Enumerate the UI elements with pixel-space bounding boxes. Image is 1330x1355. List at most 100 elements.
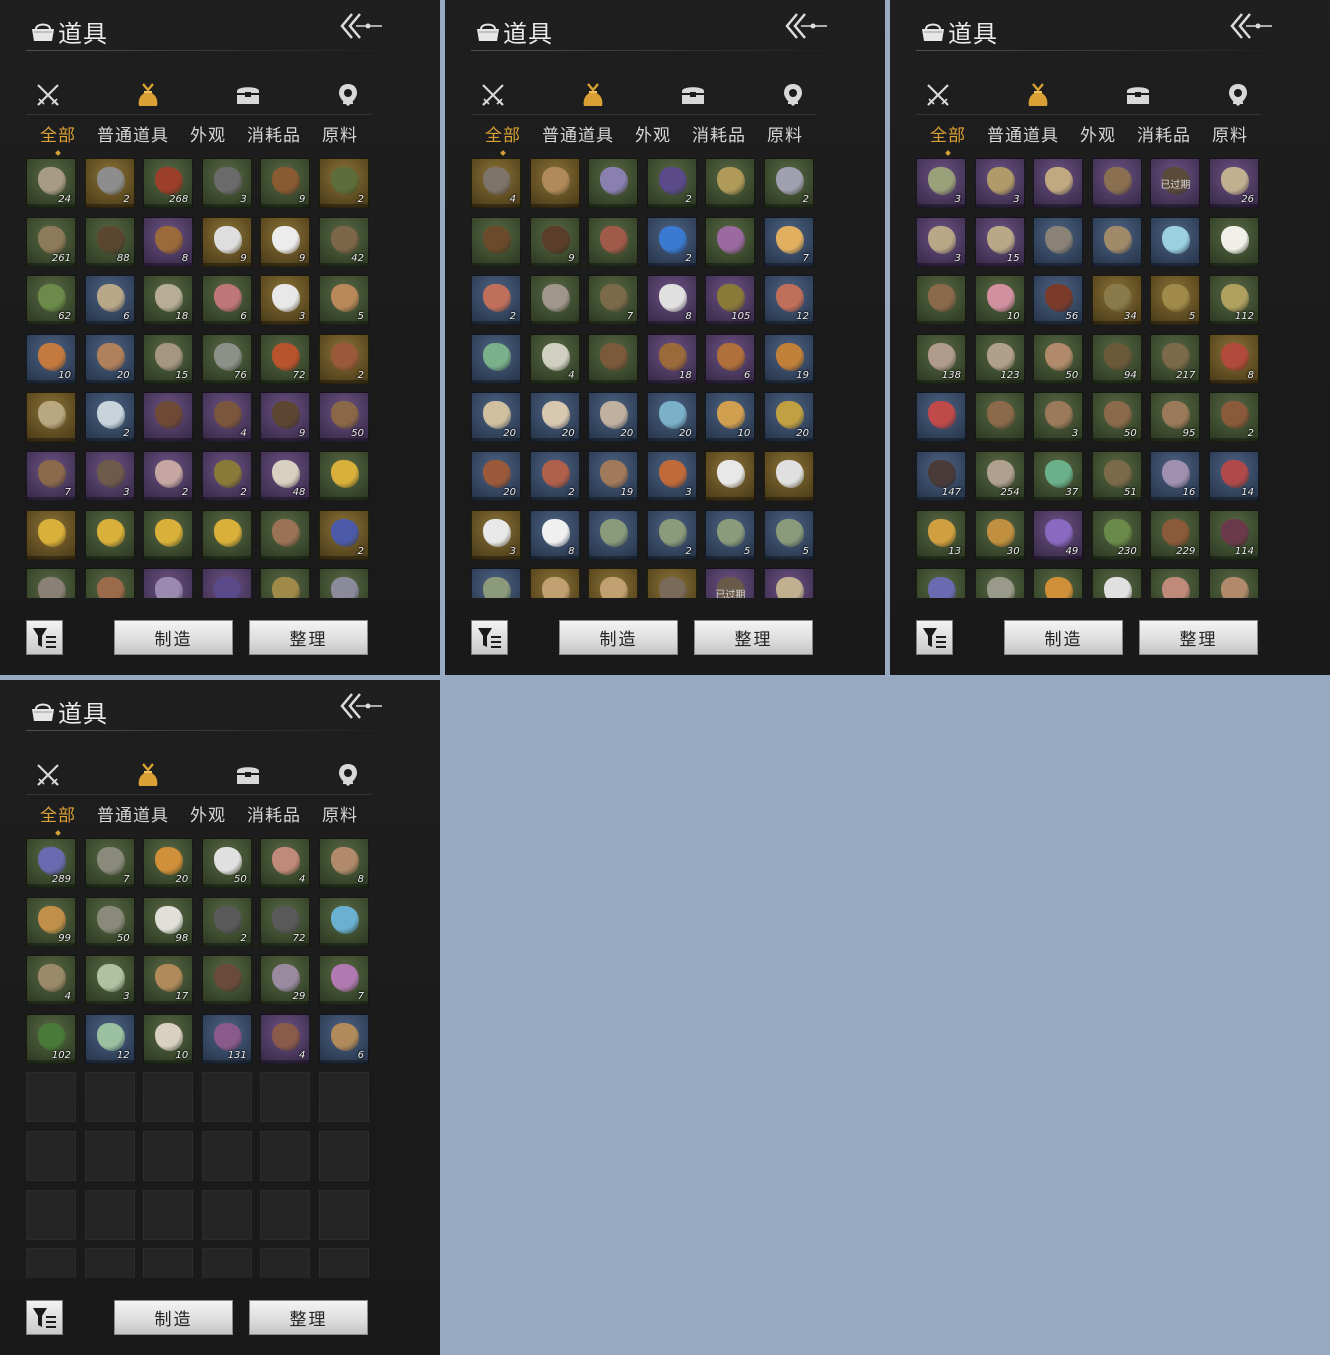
item-slot[interactable]: 217 xyxy=(1150,333,1201,384)
back-button[interactable] xyxy=(338,10,384,42)
item-slot[interactable] xyxy=(1033,158,1084,208)
item-slot[interactable]: 20 xyxy=(471,392,521,443)
category-tab[interactable]: 全部 xyxy=(930,121,966,147)
item-slot[interactable]: 2 xyxy=(646,216,697,267)
category-tab[interactable]: 外观 xyxy=(190,121,226,147)
item-slot[interactable]: 5 xyxy=(763,509,814,560)
item-slot[interactable]: 229 xyxy=(1150,509,1201,560)
category-tab[interactable]: 原料 xyxy=(322,801,358,827)
item-slot[interactable]: 72 xyxy=(260,333,311,384)
item-slot[interactable]: 2 xyxy=(529,450,580,501)
item-slot[interactable] xyxy=(916,568,966,598)
item-slot[interactable]: 8 xyxy=(529,509,580,560)
item-slot[interactable]: 6 xyxy=(318,1013,369,1064)
item-slot[interactable] xyxy=(143,568,194,598)
sort-button[interactable]: 整理 xyxy=(249,1300,368,1335)
item-slot[interactable]: 14 xyxy=(1208,450,1259,501)
item-slot[interactable] xyxy=(318,896,369,947)
item-slot[interactable] xyxy=(84,509,135,560)
item-slot[interactable]: 3 xyxy=(646,450,697,501)
tab-storage[interactable] xyxy=(226,78,270,112)
filter-button[interactable] xyxy=(26,620,63,655)
item-slot[interactable]: 49 xyxy=(1033,509,1084,560)
item-slot[interactable] xyxy=(588,158,639,208)
item-slot[interactable]: 268 xyxy=(143,158,194,208)
item-slot[interactable] xyxy=(1091,568,1142,598)
item-slot[interactable]: 4 xyxy=(201,392,252,443)
item-slot[interactable]: 5 xyxy=(318,275,369,326)
item-slot[interactable]: 50 xyxy=(201,838,252,888)
item-slot[interactable]: 9 xyxy=(260,392,311,443)
item-slot[interactable]: 3 xyxy=(201,158,252,208)
item-slot[interactable]: 2 xyxy=(143,450,194,501)
item-slot[interactable] xyxy=(705,158,756,208)
item-slot[interactable] xyxy=(529,158,580,208)
item-slot[interactable]: 10 xyxy=(974,275,1025,326)
item-slot[interactable]: 9 xyxy=(529,216,580,267)
tab-storage[interactable] xyxy=(226,758,270,792)
item-slot[interactable]: 7 xyxy=(763,216,814,267)
item-slot[interactable]: 42 xyxy=(318,216,369,267)
sort-button[interactable]: 整理 xyxy=(694,620,813,655)
item-slot[interactable] xyxy=(201,568,252,598)
item-slot[interactable]: 95 xyxy=(1150,392,1201,443)
item-slot[interactable]: 3 xyxy=(84,450,135,501)
item-slot[interactable]: 147 xyxy=(916,450,966,501)
item-slot[interactable]: 2 xyxy=(201,450,252,501)
item-slot[interactable] xyxy=(1033,216,1084,267)
item-slot[interactable] xyxy=(26,509,76,560)
back-button[interactable] xyxy=(338,690,384,722)
item-slot[interactable]: 2 xyxy=(318,333,369,384)
category-tab[interactable]: 全部 xyxy=(40,801,76,827)
item-slot[interactable] xyxy=(763,450,814,501)
item-slot[interactable] xyxy=(588,568,639,598)
item-slot[interactable]: 2 xyxy=(646,509,697,560)
item-slot[interactable]: 261 xyxy=(26,216,76,267)
item-slot[interactable] xyxy=(1150,568,1201,598)
filter-button[interactable] xyxy=(916,620,953,655)
item-slot[interactable]: 2 xyxy=(84,392,135,443)
item-slot[interactable]: 102 xyxy=(26,1013,76,1064)
sort-button[interactable]: 整理 xyxy=(1139,620,1258,655)
item-slot[interactable]: 3 xyxy=(84,955,135,1006)
item-slot[interactable]: 20 xyxy=(646,392,697,443)
tab-equipment[interactable] xyxy=(471,78,515,112)
category-tab[interactable]: 外观 xyxy=(1080,121,1116,147)
craft-button[interactable]: 制造 xyxy=(1004,620,1123,655)
category-tab[interactable]: 普通道具 xyxy=(97,801,169,827)
item-slot[interactable]: 9 xyxy=(260,216,311,267)
item-slot[interactable]: 98 xyxy=(143,896,194,947)
item-slot[interactable] xyxy=(143,392,194,443)
item-slot[interactable]: 4 xyxy=(260,838,311,888)
item-slot[interactable]: 5 xyxy=(705,509,756,560)
item-slot[interactable]: 20 xyxy=(529,392,580,443)
tab-equipment[interactable] xyxy=(916,78,960,112)
item-slot[interactable]: 37 xyxy=(1033,450,1084,501)
item-slot[interactable]: 15 xyxy=(143,333,194,384)
item-slot[interactable] xyxy=(471,216,521,267)
item-slot[interactable] xyxy=(84,568,135,598)
item-slot[interactable] xyxy=(471,568,521,598)
item-slot[interactable]: 131 xyxy=(201,1013,252,1064)
item-slot[interactable] xyxy=(1091,158,1142,208)
category-tab[interactable]: 普通道具 xyxy=(97,121,169,147)
item-slot[interactable]: 20 xyxy=(588,392,639,443)
item-slot[interactable]: 2 xyxy=(201,896,252,947)
craft-button[interactable]: 制造 xyxy=(114,620,233,655)
item-slot[interactable]: 48 xyxy=(260,450,311,501)
category-tab[interactable]: 原料 xyxy=(1212,121,1248,147)
tab-equipment[interactable] xyxy=(26,78,70,112)
item-slot[interactable] xyxy=(1033,568,1084,598)
item-slot[interactable] xyxy=(1150,216,1201,267)
item-slot[interactable]: 10 xyxy=(705,392,756,443)
item-slot[interactable]: 138 xyxy=(916,333,966,384)
item-slot[interactable] xyxy=(1091,216,1142,267)
item-slot[interactable]: 2 xyxy=(646,158,697,208)
item-slot[interactable]: 8 xyxy=(143,216,194,267)
category-tab[interactable]: 消耗品 xyxy=(247,121,301,147)
item-slot[interactable]: 230 xyxy=(1091,509,1142,560)
item-slot[interactable] xyxy=(529,275,580,326)
item-slot[interactable]: 2 xyxy=(318,158,369,208)
tab-items[interactable] xyxy=(1016,78,1060,112)
item-slot[interactable] xyxy=(974,392,1025,443)
